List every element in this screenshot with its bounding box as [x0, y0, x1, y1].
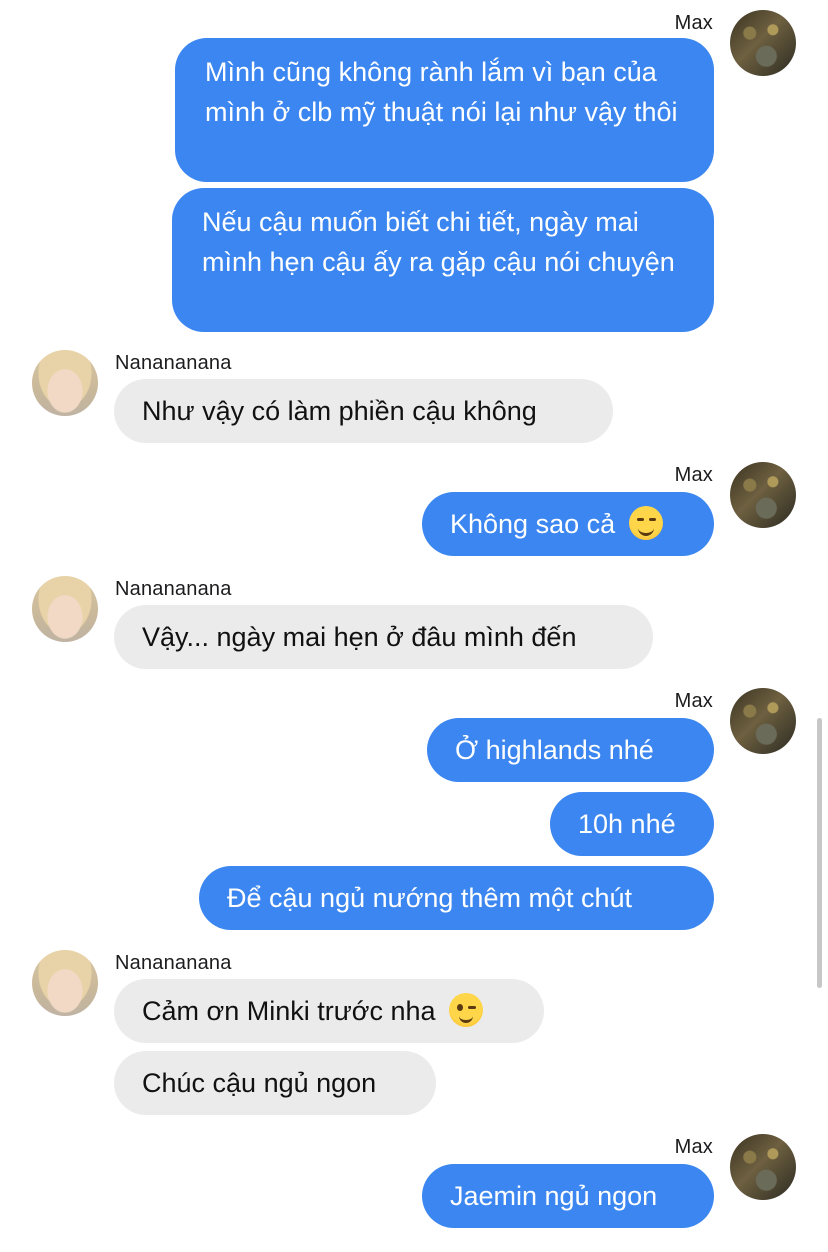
sender-name-max: Max: [674, 690, 713, 712]
message-bubble[interactable]: Để cậu ngủ nướng thêm một chút: [199, 866, 714, 930]
message-bubble[interactable]: Ở highlands nhé: [427, 718, 714, 782]
avatar-nanananana[interactable]: [32, 950, 98, 1016]
winking-face-icon: [449, 992, 484, 1027]
message-text: Chúc cậu ngủ ngon: [142, 1068, 377, 1098]
avatar-max[interactable]: [730, 688, 796, 754]
message-bubble[interactable]: Vậy... ngày mai hẹn ở đâu mình đến: [114, 605, 653, 669]
message-text: Ở highlands nhé: [455, 735, 654, 765]
avatar-nanananana[interactable]: [32, 576, 98, 642]
sender-name-max: Max: [674, 464, 713, 486]
sender-name-max: Max: [674, 12, 713, 34]
message-bubble[interactable]: Chúc cậu ngủ ngon: [114, 1051, 436, 1115]
message-text: Cảm ơn Minki trước nha: [142, 996, 436, 1026]
message-text: Để cậu ngủ nướng thêm một chút: [227, 883, 632, 913]
sender-name-max: Max: [674, 1136, 713, 1158]
message-text: Jaemin ngủ ngon: [450, 1181, 658, 1211]
message-text: Vậy... ngày mai hẹn ở đâu mình đến: [142, 622, 577, 652]
message-bubble[interactable]: Cảm ơn Minki trước nha: [114, 979, 544, 1043]
message-text: Như vậy có làm phiền cậu không: [142, 396, 537, 426]
chat-thread: Max Mình cũng không rành lắm vì bạn của …: [0, 0, 828, 1252]
sender-name-nanananana: Nanananana: [115, 352, 232, 374]
message-bubble[interactable]: Jaemin ngủ ngon: [422, 1164, 714, 1228]
message-text: Không sao cả: [450, 509, 616, 539]
avatar-nanananana[interactable]: [32, 350, 98, 416]
scrollbar[interactable]: [817, 718, 822, 988]
message-bubble[interactable]: Nếu cậu muốn biết chi tiết, ngày mai mìn…: [172, 188, 714, 332]
message-text: Mình cũng không rành lắm vì bạn của mình…: [205, 57, 678, 127]
message-text: Nếu cậu muốn biết chi tiết, ngày mai mìn…: [202, 207, 675, 277]
smiling-face-icon: [628, 505, 663, 540]
message-bubble[interactable]: 10h nhé: [550, 792, 714, 856]
avatar-max[interactable]: [730, 462, 796, 528]
avatar-max[interactable]: [730, 10, 796, 76]
message-text: 10h nhé: [578, 809, 676, 839]
message-bubble[interactable]: Mình cũng không rành lắm vì bạn của mình…: [175, 38, 714, 182]
message-bubble[interactable]: Không sao cả: [422, 492, 714, 556]
sender-name-nanananana: Nanananana: [115, 952, 232, 974]
message-bubble[interactable]: Như vậy có làm phiền cậu không: [114, 379, 613, 443]
sender-name-nanananana: Nanananana: [115, 578, 232, 600]
avatar-max[interactable]: [730, 1134, 796, 1200]
